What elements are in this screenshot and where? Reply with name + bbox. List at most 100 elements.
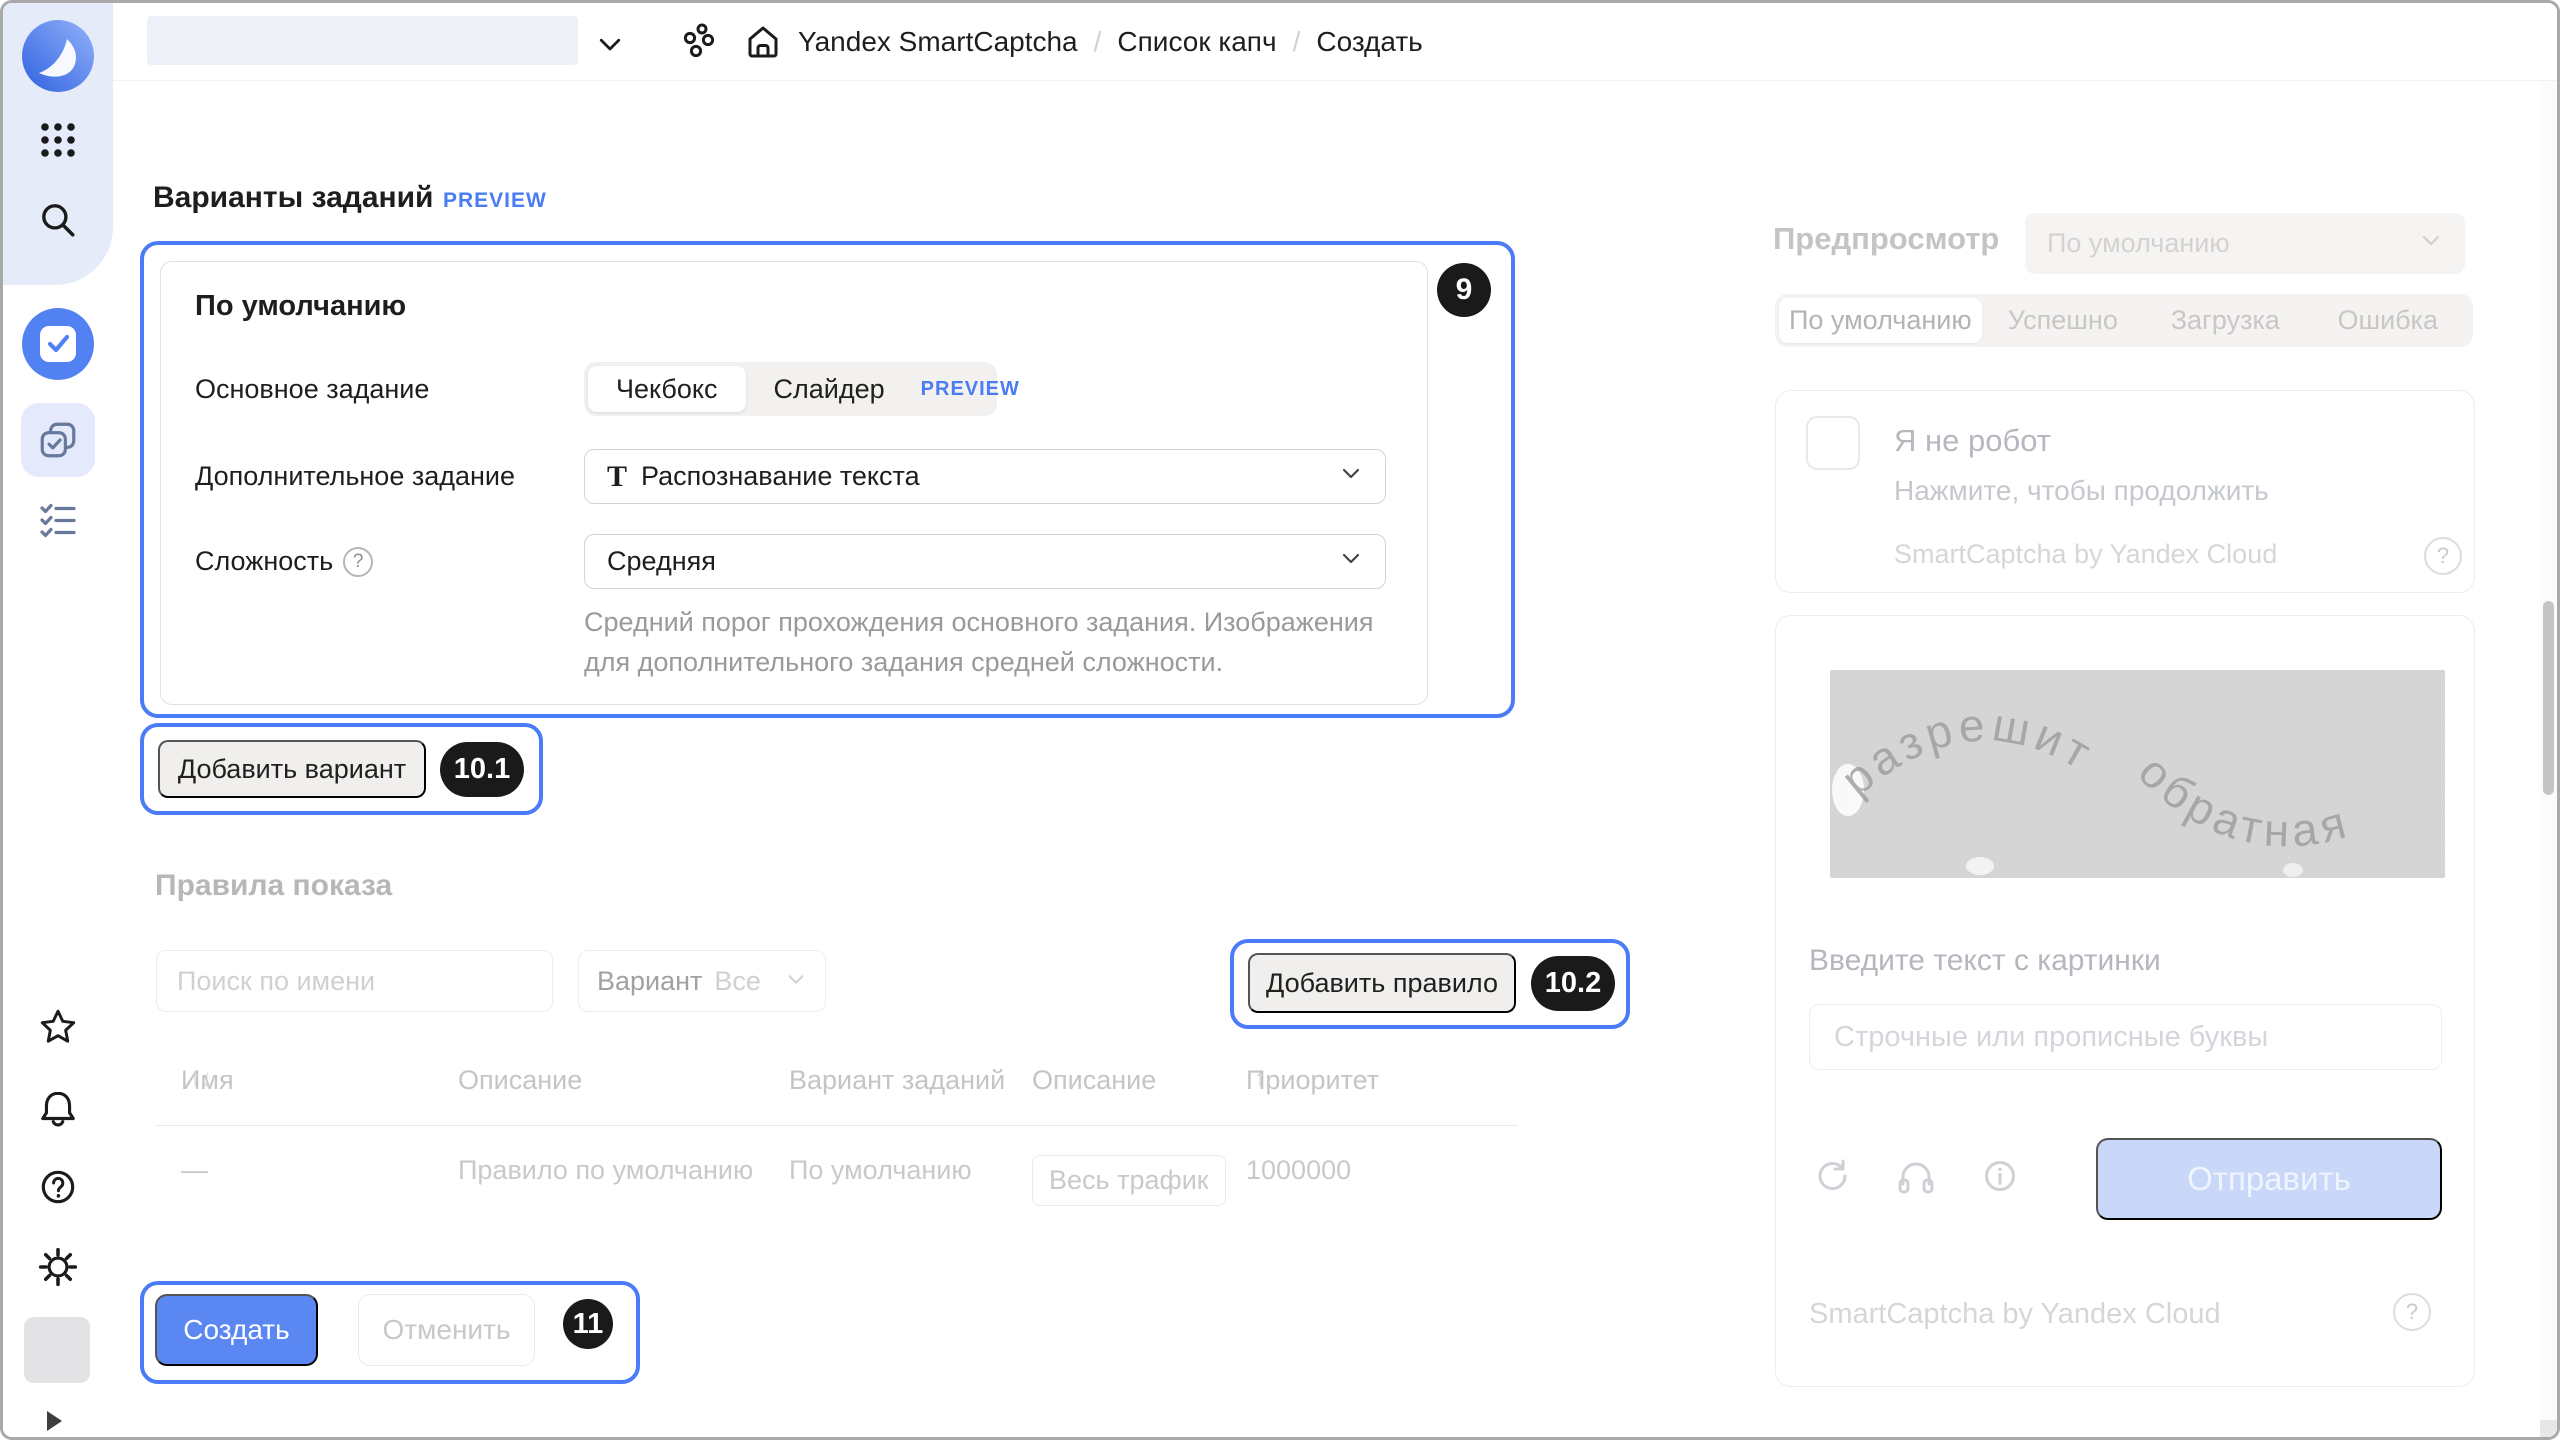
- smartcaptcha-create-page: Yandex SmartCaptcha / Список капч / Созд…: [0, 0, 2560, 1440]
- text-recognition-icon: T: [607, 460, 627, 494]
- scrollbar-corner: [2540, 1420, 2557, 1437]
- variant-card-title: По умолчанию: [195, 290, 406, 323]
- sidebar-item-help[interactable]: [3, 1166, 113, 1208]
- preview-tabs: По умолчанию Успешно Загрузка Ошибка: [1775, 294, 2473, 347]
- help-icon[interactable]: ?: [2424, 537, 2462, 575]
- star-icon: [37, 1006, 79, 1048]
- captcha-image: разрешит обратная: [1830, 670, 2445, 878]
- page-title: Варианты заданий: [153, 181, 434, 215]
- search-input[interactable]: [157, 951, 552, 1011]
- info-icon[interactable]: [1980, 1156, 2020, 1196]
- breadcrumb-captcha-list[interactable]: Список капч: [1117, 26, 1276, 58]
- sort-up-icon: ↑: [1254, 1065, 1266, 1093]
- segment-preview-badge: PREVIEW: [921, 378, 1020, 401]
- rules-search: [156, 950, 553, 1012]
- yandex-cloud-logo-icon: [21, 19, 95, 93]
- tab-loading[interactable]: Загрузка: [2144, 298, 2306, 343]
- complexity-select[interactable]: Средняя: [584, 534, 1386, 589]
- preview-state-select[interactable]: По умолчанию: [2025, 213, 2465, 274]
- sidebar-item-all-services[interactable]: [3, 120, 113, 160]
- main-task-label: Основное задание: [195, 362, 429, 416]
- sidebar-item-tasks[interactable]: [3, 501, 113, 541]
- robot-title: Я не робот: [1894, 423, 2051, 459]
- breadcrumb-current: Создать: [1316, 26, 1422, 58]
- cell-description: Правило по умолчанию: [458, 1155, 753, 1186]
- refresh-icon[interactable]: [1812, 1156, 1852, 1196]
- sidebar-item-notifications[interactable]: [3, 1087, 113, 1129]
- preview-badge: PREVIEW: [443, 189, 547, 213]
- preview-state-value: По умолчанию: [2047, 228, 2419, 259]
- question-circle-icon: [37, 1166, 79, 1208]
- complexity-help-icon[interactable]: ?: [343, 547, 373, 577]
- add-variant-button[interactable]: Добавить вариант: [158, 740, 426, 798]
- cell-variant: По умолчанию: [789, 1155, 972, 1186]
- audio-captcha-icon[interactable]: [1896, 1156, 1936, 1196]
- variant-filter-label: Вариант: [597, 966, 702, 997]
- folder-selector[interactable]: [147, 16, 578, 65]
- complexity-value: Средняя: [607, 546, 1339, 577]
- services-icon[interactable]: [681, 22, 721, 67]
- breadcrumb-separator: /: [1094, 26, 1102, 58]
- home-icon[interactable]: [743, 22, 783, 67]
- additional-task-select[interactable]: T Распознавание текста: [584, 449, 1386, 504]
- scrollbar-thumb[interactable]: [2543, 601, 2554, 795]
- preview-heading: Предпросмотр: [1773, 221, 1999, 257]
- rules-table-header: Имя ↑↓ Описание Вариант заданий Описание…: [155, 1065, 1518, 1109]
- traffic-chip: Весь трафик: [1032, 1155, 1226, 1206]
- chevron-down-icon: [1339, 546, 1363, 577]
- cancel-button[interactable]: Отменить: [358, 1294, 535, 1366]
- search-icon: [37, 199, 79, 241]
- cell-name: —: [181, 1155, 208, 1186]
- expand-sidebar-icon[interactable]: [47, 1411, 62, 1431]
- captcha-check-icon: [40, 326, 76, 362]
- pages-check-icon: [37, 419, 79, 461]
- rules-heading: Правила показа: [155, 869, 392, 903]
- smartcaptcha-service-icon: [22, 308, 94, 380]
- table-row: — Правило по умолчанию По умолчанию Весь…: [155, 1155, 1518, 1205]
- robot-subtitle: Нажмите, чтобы продолжить: [1894, 475, 2269, 507]
- table-divider: [155, 1125, 1518, 1126]
- sidebar-item-favorites[interactable]: [3, 1006, 113, 1048]
- annotation-badge-11: 11: [563, 1299, 613, 1349]
- checklist-icon: [38, 502, 78, 540]
- breadcrumb-service[interactable]: Yandex SmartCaptcha: [798, 26, 1078, 58]
- annotation-badge-10-2: 10.2: [1531, 956, 1615, 1011]
- variant-card: По умолчанию Основное задание Чекбокс Сл…: [160, 261, 1428, 705]
- column-header-description-2: Описание: [1032, 1065, 1156, 1096]
- robot-checkbox[interactable]: [1806, 416, 1860, 470]
- captcha-toolbar: [1812, 1156, 2020, 1196]
- annotation-badge-10-1: 10.1: [440, 742, 524, 797]
- yandex-cloud-logo[interactable]: [3, 17, 113, 95]
- column-header-variant: Вариант заданий: [789, 1065, 1005, 1096]
- breadcrumb: Yandex SmartCaptcha / Список капч / Созд…: [798, 3, 1423, 81]
- chevron-down-icon: [1339, 461, 1363, 492]
- chevron-down-icon: [785, 966, 807, 997]
- tab-error[interactable]: Ошибка: [2307, 298, 2469, 343]
- variant-filter-select[interactable]: Вариант Все: [578, 950, 826, 1012]
- sidebar-item-search[interactable]: [3, 199, 113, 241]
- captcha-submit-button[interactable]: Отправить: [2096, 1138, 2442, 1220]
- add-rule-button[interactable]: Добавить правило: [1248, 953, 1516, 1013]
- captcha-image-widget: разрешит обратная Введите текст с картин…: [1775, 615, 2475, 1387]
- sidebar-item-settings[interactable]: [3, 1246, 113, 1288]
- sort-icon: ↑↓: [189, 1065, 213, 1093]
- column-header-description: Описание: [458, 1065, 582, 1096]
- tab-success[interactable]: Успешно: [1982, 298, 2144, 343]
- breadcrumb-separator: /: [1293, 26, 1301, 58]
- segment-slider[interactable]: Слайдер: [746, 366, 913, 412]
- sidebar-item-captcha-list[interactable]: [3, 403, 113, 477]
- tab-default[interactable]: По умолчанию: [1779, 298, 1982, 343]
- help-icon[interactable]: ?: [2393, 1293, 2431, 1331]
- avatar: [24, 1317, 90, 1383]
- topbar: Yandex SmartCaptcha / Список капч / Созд…: [113, 3, 2557, 81]
- captcha-list-icon-bg: [21, 403, 95, 477]
- gear-icon: [37, 1246, 79, 1288]
- captcha-checkbox-widget: Я не робот Нажмите, чтобы продолжить Sma…: [1775, 390, 2475, 593]
- additional-task-value: Распознавание текста: [641, 461, 1339, 492]
- sidebar-item-smartcaptcha[interactable]: [3, 308, 113, 380]
- segment-checkbox[interactable]: Чекбокс: [588, 366, 746, 412]
- captcha-text-input[interactable]: [1810, 1005, 2441, 1069]
- complexity-hint: Средний порог прохождения основного зада…: [584, 602, 1384, 682]
- create-button[interactable]: Создать: [155, 1294, 318, 1366]
- chevron-down-icon[interactable]: [595, 29, 625, 64]
